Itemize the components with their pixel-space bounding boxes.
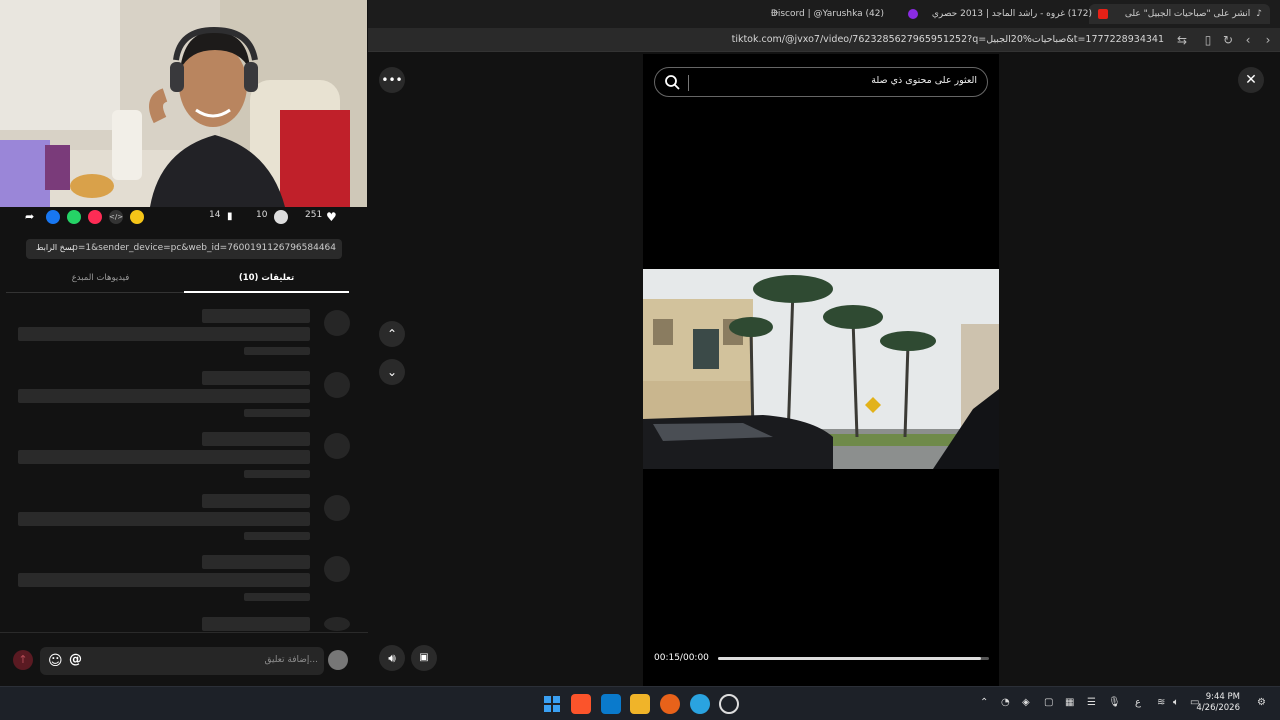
comment-skeleton [18,371,350,421]
microphone-icon[interactable]: 🎙︎ [1108,697,1121,708]
webcam-overlay [0,0,368,207]
post-details-panel: ➦ </> 14 ▮ 10 251 ♥ نسخ الرابط ...p=1&se… [0,207,368,687]
comment-skeleton [18,555,350,605]
new-tab-icon[interactable]: + [770,6,779,19]
tray-app-icon[interactable]: ▢ [1044,697,1053,708]
more-options-button[interactable]: ••• [379,67,405,93]
whatsapp-icon[interactable] [67,210,81,224]
tab-active-indicator [184,291,349,293]
comment-skeleton [18,432,350,482]
tab-comments[interactable]: تعليقات (10) [184,273,349,283]
bookmark-icon[interactable]: ▮ [227,210,241,224]
tab-youtube[interactable]: (172) غروه - راشد الماجد | 2013 حصري [907,4,1108,24]
share-icon[interactable]: ➦ [25,210,39,224]
tab-discord[interactable]: (42) Discord | @Yarushka [771,4,884,24]
notification-icon[interactable]: ⚙ [1257,697,1266,708]
file-explorer-icon[interactable] [630,694,650,714]
comment-icon[interactable] [274,210,288,224]
embed-icon[interactable]: </> [109,210,123,224]
reload-icon[interactable]: ↻ [1220,32,1236,48]
back-icon[interactable]: ‹ [1240,32,1256,48]
speaker-icon[interactable]: 🔈︎ [1173,697,1179,708]
comment-composer: ↑ ☺ @ إضافة تعليق... [0,632,368,687]
chevron-up-icon[interactable]: ⌃ [980,697,988,708]
tab-title: (42) Discord | @Yarushka [770,9,884,19]
mention-icon[interactable]: @ [69,652,82,667]
close-button[interactable]: ✕ [1238,67,1264,93]
wifi-icon[interactable]: ≋ [1157,697,1165,708]
emoji-icon[interactable]: ☺ [48,653,63,669]
app-icon[interactable] [719,694,739,714]
comment-skeleton [18,617,350,631]
tab-tiktok[interactable]: ♪ انشر على "صباحيات الجبيل" على ✕ [1089,4,1270,24]
brave-browser-icon[interactable] [571,694,591,714]
tab-creator-videos[interactable]: فيديوهات المبدع [18,273,183,283]
share-link-box: نسخ الرابط ...p=1&sender_device=pc&web_i… [26,239,342,259]
avatar [328,650,348,670]
likes-count: 251 [305,210,323,220]
telegram-icon[interactable] [690,694,710,714]
search-bar[interactable]: العثور على محتوى ذي صلة [654,67,988,97]
address-bar[interactable]: tiktok.com/@jvxo7/video/7623285627965951… [368,28,1280,52]
youtube-icon [1098,9,1108,19]
search-divider [688,75,689,91]
clock-date: 4/26/2026 [1196,703,1240,713]
vscode-icon[interactable] [601,694,621,714]
translate-icon[interactable]: ⇆ [1174,32,1190,48]
app-icon[interactable] [660,694,680,714]
video-image [643,269,999,469]
system-clock[interactable]: 9:44 PM 4/26/2026 [1196,692,1240,714]
video-progress-bar[interactable] [718,657,989,660]
search-icon[interactable] [663,73,681,91]
audio-icon [907,9,918,19]
windows-start-icon[interactable] [542,694,562,714]
video-player[interactable]: العثور على محتوى ذي صلة 00:15/00:00 [643,54,999,686]
send-to-friend-icon[interactable] [88,210,102,224]
comment-placeholder: إضافة تعليق... [264,655,318,665]
tab-title: (172) غروه - راشد الماجد | 2013 حصري [931,9,1092,19]
comment-skeleton [18,309,350,359]
tray-app-icon[interactable]: ▦ [1065,697,1074,708]
floating-player-icon[interactable]: ▣ [411,645,437,671]
share-link-text[interactable]: ...p=1&sender_device=pc&web_id=760019112… [64,243,336,253]
comments-count: 10 [256,210,268,220]
video-progress-fill [718,657,981,660]
tray-app-icon[interactable]: ◔ [1001,697,1010,708]
video-timecode: 00:15/00:00 [654,653,709,663]
saves-count: 14 [209,210,221,220]
comment-skeleton [18,494,350,544]
taskbar: ⌃ ◔ ◈ ▢ ▦ ☰ 🎙︎ ع ≋ 🔈︎ ▭ 9:44 PM 4/26/202… [0,686,1280,720]
search-input[interactable]: العثور على محتوى ذي صلة [871,75,977,86]
send-comment-button[interactable]: ↑ [13,650,33,670]
tab-title: انشر على "صباحيات الجبيل" على [1124,9,1251,19]
bookmark-icon[interactable]: ▯ [1200,32,1216,48]
forward-icon[interactable]: › [1260,32,1276,48]
heart-icon[interactable]: ♥ [326,210,340,224]
volume-icon[interactable]: 🔊︎ [379,645,405,671]
clock-time: 9:44 PM [1205,692,1240,702]
tray-app-icon[interactable]: ☰ [1087,697,1096,708]
coin-icon[interactable] [130,210,144,224]
facebook-icon[interactable] [46,210,60,224]
webcam-image [0,0,367,207]
action-row: ➦ </> 14 ▮ 10 251 ♥ [0,207,368,227]
next-video-button[interactable]: ⌄ [379,359,405,385]
previous-video-button[interactable]: ⌃ [379,321,405,347]
tiktok-icon: ♪ [1256,9,1262,19]
video-frame[interactable] [643,269,999,469]
tray-app-icon[interactable]: ◈ [1022,697,1030,708]
comment-input[interactable]: ☺ @ إضافة تعليق... [40,647,324,675]
language-indicator[interactable]: ع [1135,697,1141,708]
url-text[interactable]: tiktok.com/@jvxo7/video/7623285627965951… [732,34,1164,45]
